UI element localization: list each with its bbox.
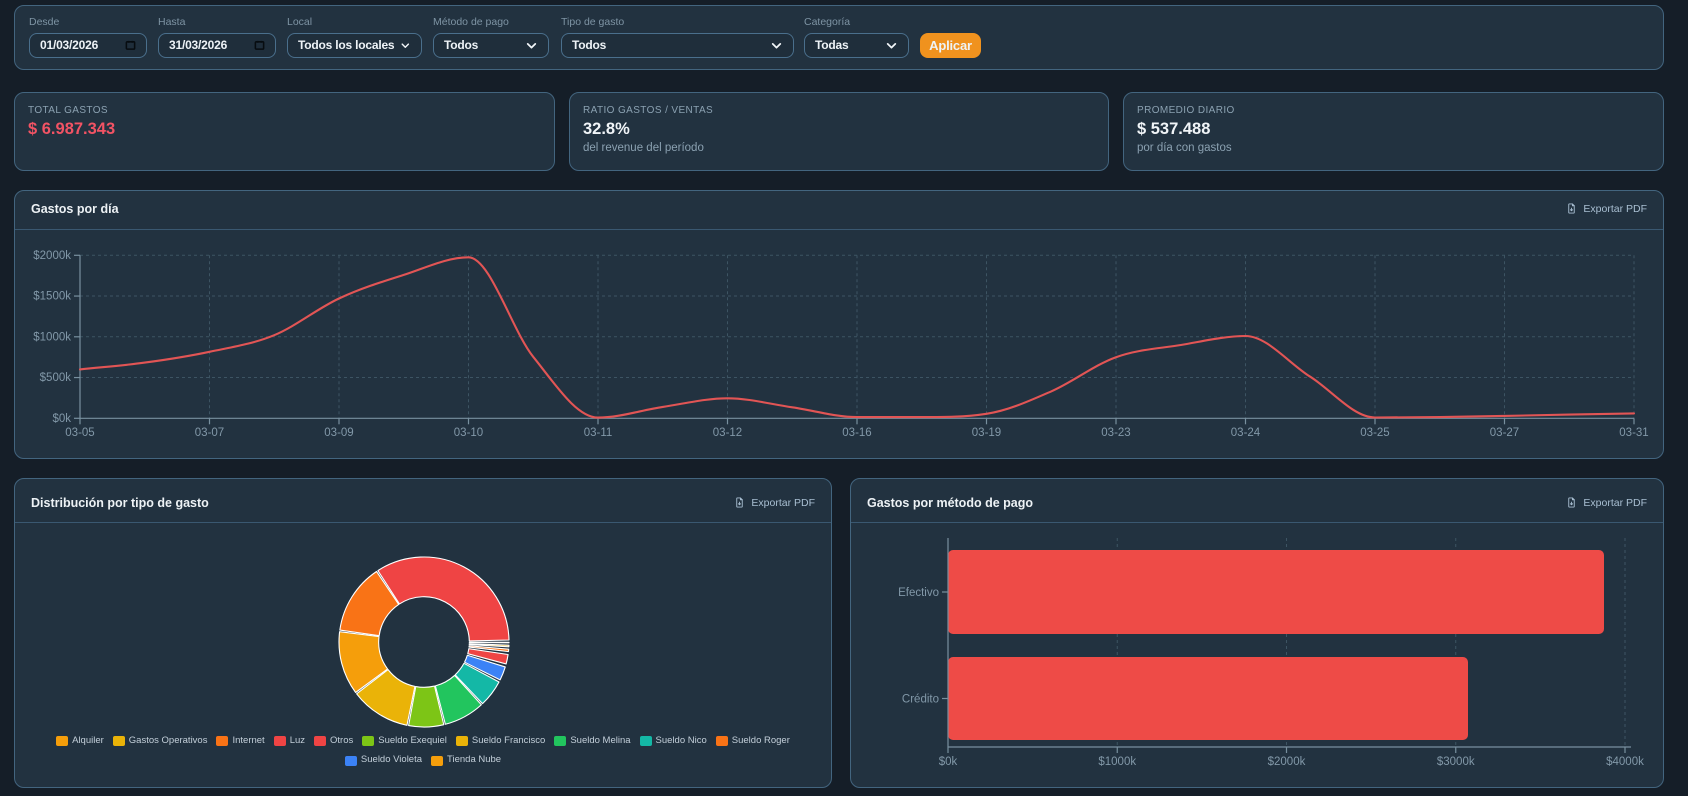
svg-text:$4000k: $4000k bbox=[1606, 756, 1644, 768]
svg-text:03-16: 03-16 bbox=[842, 427, 871, 439]
svg-text:$0k: $0k bbox=[52, 413, 71, 425]
svg-text:03-19: 03-19 bbox=[972, 427, 1001, 439]
svg-text:$3000k: $3000k bbox=[1437, 756, 1475, 768]
svg-text:03-27: 03-27 bbox=[1490, 427, 1519, 439]
svg-text:$1000k: $1000k bbox=[1098, 756, 1136, 768]
svg-text:Efectivo: Efectivo bbox=[898, 587, 939, 599]
svg-text:03-24: 03-24 bbox=[1231, 427, 1261, 439]
svg-text:Crédito: Crédito bbox=[902, 694, 939, 706]
svg-text:03-09: 03-09 bbox=[324, 427, 353, 439]
svg-text:03-05: 03-05 bbox=[65, 427, 94, 439]
svg-text:03-23: 03-23 bbox=[1101, 427, 1130, 439]
svg-text:03-25: 03-25 bbox=[1360, 427, 1389, 439]
svg-text:$0k: $0k bbox=[939, 756, 958, 768]
svg-text:$2000k: $2000k bbox=[33, 250, 71, 262]
svg-text:03-12: 03-12 bbox=[713, 427, 742, 439]
svg-text:$2000k: $2000k bbox=[1268, 756, 1306, 768]
svg-text:$500k: $500k bbox=[40, 372, 72, 384]
svg-text:03-07: 03-07 bbox=[195, 427, 224, 439]
svg-text:$1000k: $1000k bbox=[33, 331, 71, 343]
svg-text:03-31: 03-31 bbox=[1619, 427, 1648, 439]
svg-text:03-11: 03-11 bbox=[584, 427, 613, 439]
svg-text:$1500k: $1500k bbox=[33, 291, 71, 303]
svg-text:03-10: 03-10 bbox=[454, 427, 483, 439]
